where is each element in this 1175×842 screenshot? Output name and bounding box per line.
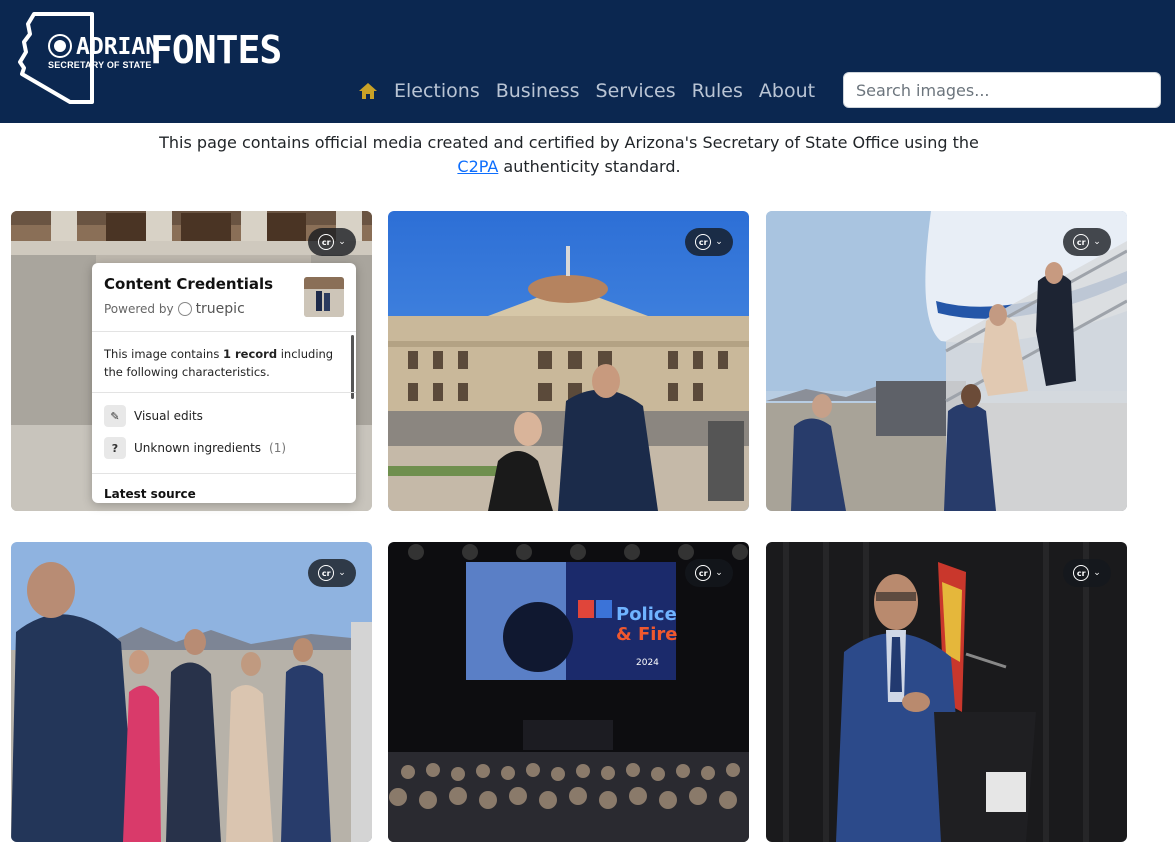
- photo-airplane-arrival: [766, 211, 1127, 511]
- cr-icon: cr: [318, 565, 335, 581]
- search-input[interactable]: [843, 72, 1161, 108]
- unknown-ingredients-row: ? Unknown ingredients (1): [104, 437, 286, 459]
- content-credentials-popover: Content Credentials Powered by truepic T…: [92, 263, 356, 503]
- divider: [92, 473, 356, 474]
- cr-icon: cr: [1073, 234, 1090, 250]
- popover-thumbnail: [304, 277, 344, 317]
- unknown-ingredients-label: Unknown ingredients: [134, 441, 262, 455]
- chevron-down-icon: ⌄: [1093, 237, 1101, 247]
- svg-text:2024: 2024: [636, 658, 659, 668]
- nav-item-elections[interactable]: Elections: [394, 80, 480, 102]
- cr-icon: cr: [695, 565, 712, 581]
- main-nav: Elections Business Services Rules About: [358, 76, 831, 106]
- site-header: ADRIAN FONTES SECRETARY OF STATE Electio…: [0, 0, 1175, 123]
- c2pa-link[interactable]: C2PA: [457, 157, 498, 176]
- thumbnail-image: [304, 277, 344, 317]
- cr-icon: cr: [318, 234, 335, 250]
- nav-item-about[interactable]: About: [759, 80, 815, 102]
- unknown-ingredients-count: (1): [269, 441, 287, 455]
- content-credentials-button[interactable]: cr ⌄: [308, 559, 356, 587]
- chevron-down-icon: ⌄: [715, 237, 723, 247]
- visual-edits-label: Visual edits: [134, 409, 203, 423]
- logo-last-name: FONTES: [150, 28, 282, 72]
- svg-text:& Fire: & Fire: [616, 624, 678, 645]
- home-icon[interactable]: [358, 81, 378, 101]
- intro-text-before: This page contains official media create…: [159, 133, 979, 152]
- nav-item-services[interactable]: Services: [596, 80, 676, 102]
- image-card[interactable]: cr ⌄: [11, 542, 372, 842]
- content-credentials-button[interactable]: cr ⌄: [308, 228, 356, 256]
- popover-title: Content Credentials: [104, 275, 274, 293]
- image-card[interactable]: cr ⌄: [766, 211, 1127, 511]
- content-credentials-button[interactable]: cr ⌄: [685, 559, 733, 587]
- content-credentials-button[interactable]: cr ⌄: [685, 228, 733, 256]
- photo-police-fire-breakfast: Police & Fire 2024: [388, 542, 749, 842]
- cr-icon: cr: [1073, 565, 1090, 581]
- photo-speaker-podium: [766, 542, 1127, 842]
- chevron-down-icon: ⌄: [338, 568, 346, 578]
- truepic-logo-icon: [177, 302, 192, 316]
- powered-by-label: Powered by: [104, 302, 174, 316]
- intro-text-after: authenticity standard.: [498, 157, 681, 176]
- logo-first-name: ADRIAN: [76, 34, 160, 60]
- site-logo[interactable]: ADRIAN FONTES SECRETARY OF STATE: [18, 12, 282, 106]
- divider: [92, 392, 356, 393]
- provider-name: truepic: [195, 301, 245, 317]
- desc-before: This image contains: [104, 347, 223, 361]
- content-credentials-button[interactable]: cr ⌄: [1063, 228, 1111, 256]
- nav-item-business[interactable]: Business: [496, 80, 580, 102]
- image-card[interactable]: Police & Fire 2024 cr ⌄: [388, 542, 749, 842]
- record-count: 1 record: [222, 347, 278, 361]
- chevron-down-icon: ⌄: [1093, 568, 1101, 578]
- logo-subtitle: SECRETARY OF STATE: [48, 60, 152, 70]
- chevron-down-icon: ⌄: [715, 568, 723, 578]
- photo-tarmac-greeting: [11, 542, 372, 842]
- intro-text: This page contains official media create…: [140, 131, 998, 179]
- popover-scrollbar[interactable]: [351, 335, 354, 399]
- image-card[interactable]: cr ⌄: [388, 211, 749, 511]
- latest-source-heading: Latest source: [104, 487, 196, 501]
- powered-by: Powered by truepic: [104, 301, 245, 317]
- visual-edits-row: ✎ Visual edits: [104, 405, 203, 427]
- unknown-ingredients-icon: ?: [104, 437, 126, 459]
- content-credentials-button[interactable]: cr ⌄: [1063, 559, 1111, 587]
- cr-icon: cr: [695, 234, 712, 250]
- nav-item-rules[interactable]: Rules: [692, 80, 743, 102]
- image-card[interactable]: cr ⌄: [766, 542, 1127, 842]
- divider: [92, 331, 356, 332]
- popover-description: This image contains 1 record including t…: [104, 345, 340, 381]
- visual-edits-icon: ✎: [104, 405, 126, 427]
- svg-text:Police: Police: [616, 604, 677, 625]
- photo-capitol-building: [388, 211, 749, 511]
- chevron-down-icon: ⌄: [338, 237, 346, 247]
